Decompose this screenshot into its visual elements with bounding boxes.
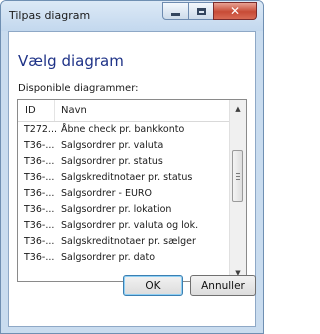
item-id: T36-... — [24, 204, 55, 215]
window-title: Tilpas diagram — [9, 9, 91, 22]
list-item[interactable]: T36-... Salgskreditnotaer pr. status — [18, 170, 230, 186]
item-name: Salgsordrer pr. valuta og lok. — [61, 220, 199, 231]
maximize-button[interactable] — [188, 2, 214, 20]
item-name: Salgsordrer pr. dato — [61, 252, 156, 263]
column-header-id[interactable]: ID — [25, 105, 36, 116]
column-divider[interactable] — [54, 100, 55, 121]
item-id: T36-... — [24, 140, 55, 151]
scrollbar-thumb[interactable] — [232, 150, 243, 202]
list-label: Disponible diagrammer: — [18, 83, 139, 94]
item-name: Salgsordrer pr. lokation — [61, 204, 172, 215]
item-id: T36-... — [24, 252, 55, 263]
grip-line — [236, 179, 240, 180]
dialog-window: Tilpas diagram ✕ Vælg diagram Disponible… — [0, 0, 264, 334]
list-item[interactable]: T272... Åbne check pr. bankkonto — [18, 122, 230, 138]
column-header-name[interactable]: Navn — [61, 105, 87, 116]
title-bar[interactable]: Tilpas diagram ✕ — [1, 1, 263, 31]
item-name: Salgsordrer pr. valuta — [61, 140, 164, 151]
list-header: ID Navn — [18, 100, 230, 122]
grip-line — [236, 173, 240, 174]
item-id: T36-... — [24, 236, 55, 247]
minimize-button[interactable] — [162, 2, 189, 20]
list-item[interactable]: T36-... Salgsordrer pr. status — [18, 154, 230, 170]
dialog-heading: Vælg diagram — [18, 52, 124, 70]
list-item[interactable]: T36-... Salgsordrer pr. valuta — [18, 138, 230, 154]
ok-button[interactable]: OK — [123, 275, 183, 296]
item-id: T36-... — [24, 172, 55, 183]
item-name: Salgskreditnotaer pr. sælger — [61, 236, 196, 247]
vertical-scrollbar[interactable]: ▲ ▼ — [229, 100, 246, 281]
close-icon: ✕ — [229, 4, 241, 18]
list-item[interactable]: T36-... Salgsordrer - EURO — [18, 186, 230, 202]
item-name: Salgsordrer pr. status — [61, 156, 163, 167]
item-name: Salgskreditnotaer pr. status — [61, 172, 193, 183]
list-rows: T272... Åbne check pr. bankkonto T36-... S… — [18, 122, 230, 266]
scroll-up-button[interactable]: ▲ — [230, 100, 246, 117]
minimize-icon — [171, 12, 180, 16]
item-id: T36-... — [24, 220, 55, 231]
cancel-button[interactable]: Annuller — [190, 275, 256, 296]
close-button[interactable]: ✕ — [213, 2, 257, 20]
item-id: T36-... — [24, 156, 55, 167]
list-item[interactable]: T36-... Salgsordrer pr. valuta og lok. — [18, 218, 230, 234]
item-name: Åbne check pr. bankkonto — [61, 124, 185, 135]
item-id: T272... — [24, 124, 57, 135]
item-name: Salgsordrer - EURO — [61, 188, 153, 199]
item-id: T36-... — [24, 188, 55, 199]
chart-list[interactable]: ID Navn T272... Åbne check pr. bankkonto … — [17, 99, 247, 282]
grip-line — [236, 176, 240, 177]
list-item[interactable]: T36-... Salgsordrer pr. dato — [18, 250, 230, 266]
arrow-up-icon: ▲ — [235, 104, 241, 113]
maximize-icon — [196, 7, 206, 15]
list-item[interactable]: T36-... Salgskreditnotaer pr. sælger — [18, 234, 230, 250]
list-item[interactable]: T36-... Salgsordrer pr. lokation — [18, 202, 230, 218]
